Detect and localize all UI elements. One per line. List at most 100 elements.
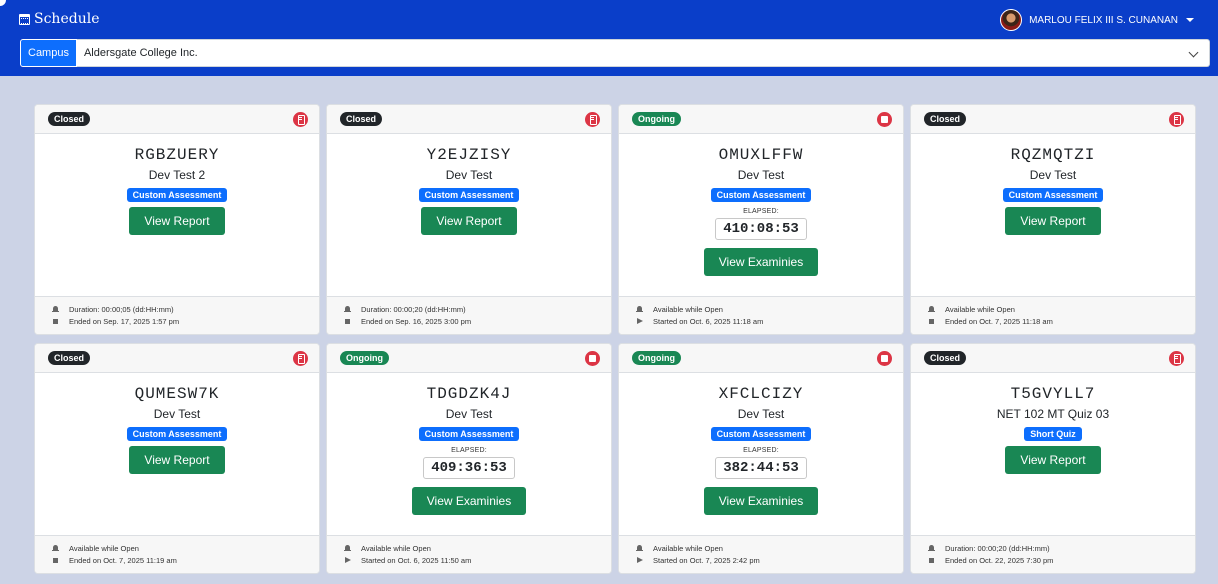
exam-title: Dev Test — [737, 407, 785, 421]
footer-text: Ended on Oct. 22, 2025 7:30 pm — [945, 555, 1054, 565]
schedule-grid: Closed RGBZUERY Dev Test 2 Custom Assess… — [34, 104, 1196, 574]
bell-icon — [928, 305, 935, 313]
card-footer: Available while Open Ended on Oct. 7, 20… — [911, 296, 1195, 334]
footer-text: Available while Open — [361, 543, 431, 553]
play-icon — [636, 317, 643, 325]
exam-type-badge: Short Quiz — [1024, 427, 1082, 441]
footer-text: Ended on Sep. 17, 2025 1:57 pm — [69, 316, 180, 326]
bell-icon — [344, 305, 351, 313]
footer-line: Ended on Sep. 17, 2025 1:57 pm — [52, 315, 319, 327]
footer-line: Started on Oct. 6, 2025 11:18 am — [636, 315, 903, 327]
stop-icon[interactable] — [585, 350, 600, 366]
card-footer: Available while Open Started on Oct. 6, … — [619, 296, 903, 334]
bell-icon — [636, 305, 643, 313]
exam-title: Dev Test — [445, 407, 493, 421]
view-report-button[interactable]: View Report — [129, 446, 225, 474]
status-badge: Closed — [924, 112, 967, 126]
bell-icon — [52, 544, 59, 552]
card-body: OMUXLFFW Dev Test Custom Assessment ELAP… — [619, 134, 903, 296]
footer-line: Ended on Oct. 22, 2025 7:30 pm — [928, 554, 1195, 566]
footer-text: Started on Oct. 7, 2025 2:42 pm — [653, 555, 760, 565]
user-menu[interactable]: MARLOU FELIX III S. CUNANAN — [1000, 9, 1194, 31]
footer-line: Available while Open — [636, 542, 903, 554]
campus-label: Campus — [20, 39, 77, 67]
card-header: Ongoing — [619, 105, 903, 134]
stop-square-icon — [344, 318, 351, 325]
exam-title: Dev Test — [445, 168, 493, 182]
stop-square-icon — [52, 557, 59, 564]
stop-square-icon — [928, 318, 935, 325]
footer-text: Duration: 00:00;20 (dd:HH:mm) — [361, 304, 466, 314]
brand[interactable]: Schedule — [19, 11, 99, 27]
exam-code: TDGDZK4J — [426, 385, 512, 403]
exam-type-badge: Custom Assessment — [710, 188, 812, 202]
exam-title: NET 102 MT Quiz 03 — [996, 407, 1110, 421]
bell-icon — [928, 544, 935, 552]
exam-type-badge: Custom Assessment — [126, 427, 228, 441]
calendar-icon — [19, 13, 30, 25]
view-examinies-button[interactable]: View Examinies — [704, 248, 818, 276]
exam-code: T5GVYLL7 — [1010, 385, 1096, 403]
document-icon[interactable] — [1169, 350, 1184, 366]
exam-title: Dev Test 2 — [148, 168, 206, 182]
view-report-button[interactable]: View Report — [421, 207, 517, 235]
card-header: Closed — [911, 344, 1195, 373]
stop-icon[interactable] — [877, 111, 892, 127]
schedule-card: Closed T5GVYLL7 NET 102 MT Quiz 03 Short… — [910, 343, 1196, 574]
document-icon[interactable] — [1169, 111, 1184, 127]
footer-line: Ended on Oct. 7, 2025 11:19 am — [52, 554, 319, 566]
status-badge: Ongoing — [340, 351, 389, 365]
footer-text: Available while Open — [653, 543, 723, 553]
card-footer: Duration: 00:00;20 (dd:HH:mm) Ended on S… — [327, 296, 611, 334]
status-badge: Closed — [48, 351, 91, 365]
top-navbar: Schedule MARLOU FELIX III S. CUNANAN Cam… — [0, 0, 1218, 76]
exam-title: Dev Test — [153, 407, 201, 421]
exam-type-badge: Custom Assessment — [418, 427, 520, 441]
play-icon — [636, 556, 643, 564]
card-body: QUMESW7K Dev Test Custom Assessment View… — [35, 373, 319, 535]
view-report-button[interactable]: View Report — [129, 207, 225, 235]
footer-line: Available while Open — [52, 542, 319, 554]
view-report-button[interactable]: View Report — [1005, 446, 1101, 474]
footer-text: Started on Oct. 6, 2025 11:18 am — [653, 316, 764, 326]
card-body: Y2EJZISY Dev Test Custom Assessment View… — [327, 134, 611, 296]
document-icon[interactable] — [293, 111, 308, 127]
footer-text: Available while Open — [945, 304, 1015, 314]
status-badge: Closed — [924, 351, 967, 365]
card-header: Closed — [35, 105, 319, 134]
campus-selected-value: Aldersgate College Inc. — [83, 47, 198, 59]
view-examinies-button[interactable]: View Examinies — [412, 487, 526, 515]
footer-line: Started on Oct. 6, 2025 11:50 am — [344, 554, 611, 566]
footer-line: Available while Open — [928, 303, 1195, 315]
exam-code: RGBZUERY — [134, 146, 220, 164]
card-header: Ongoing — [619, 344, 903, 373]
stop-icon[interactable] — [877, 350, 892, 366]
caret-down-icon — [1186, 18, 1194, 22]
card-footer: Available while Open Ended on Oct. 7, 20… — [35, 535, 319, 573]
status-badge: Ongoing — [632, 112, 681, 126]
document-icon[interactable] — [585, 111, 600, 127]
footer-text: Ended on Oct. 7, 2025 11:19 am — [69, 555, 177, 565]
play-icon — [344, 556, 351, 564]
schedule-card: Ongoing XFCLCIZY Dev Test Custom Assessm… — [618, 343, 904, 574]
exam-type-badge: Custom Assessment — [1002, 188, 1104, 202]
view-report-button[interactable]: View Report — [1005, 207, 1101, 235]
user-name: MARLOU FELIX III S. CUNANAN — [1029, 14, 1178, 26]
card-body: RQZMQTZI Dev Test Custom Assessment View… — [911, 134, 1195, 296]
card-header: Ongoing — [327, 344, 611, 373]
bell-icon — [52, 305, 59, 313]
schedule-card: Ongoing TDGDZK4J Dev Test Custom Assessm… — [326, 343, 612, 574]
footer-line: Available while Open — [636, 303, 903, 315]
elapsed-label: ELAPSED: — [743, 208, 779, 215]
view-examinies-button[interactable]: View Examinies — [704, 487, 818, 515]
campus-select[interactable]: Aldersgate College Inc. — [76, 39, 1210, 67]
stop-square-icon — [928, 557, 935, 564]
elapsed-label: ELAPSED: — [743, 447, 779, 454]
exam-code: XFCLCIZY — [718, 385, 804, 403]
exam-title: Dev Test — [1029, 168, 1077, 182]
document-icon[interactable] — [293, 350, 308, 366]
footer-line: Duration: 00:00;20 (dd:HH:mm) — [344, 303, 611, 315]
footer-line: Duration: 00:00;20 (dd:HH:mm) — [928, 542, 1195, 554]
footer-text: Ended on Oct. 7, 2025 11:18 am — [945, 316, 1053, 326]
exam-code: QUMESW7K — [134, 385, 220, 403]
